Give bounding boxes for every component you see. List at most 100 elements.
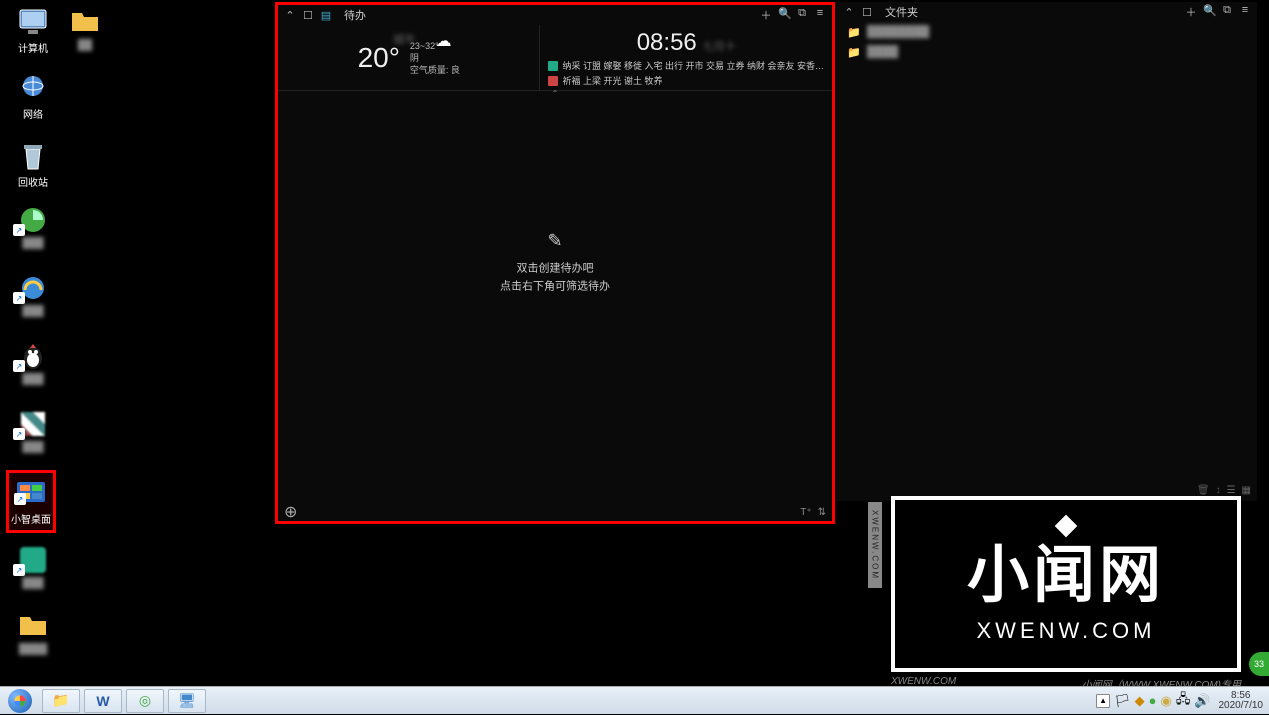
pin-icon[interactable]: ☐ [861,6,873,19]
desktop-icon-folder2[interactable]: ████ [8,610,58,655]
taskbar: 📁 W ◎ 🖥 ▲ 🏳 ◆ ● ◉ 🖧 🔊 8:56 2020/7/10 [0,686,1269,714]
icon-label: ███ [8,442,58,453]
tray-icon-network[interactable]: 🖧 [1176,690,1191,712]
filter-icon[interactable]: ⇅ [818,507,826,518]
empty-line2: 点击右下角可筛选待办 [500,278,610,294]
folder-item[interactable]: 📁 ████████ [837,22,1257,42]
folder-widget: ⌃ ☐ 文件夹 ＋ 🔍 ⧉ ≡ 📁 ████████ 📁 ████ 🗑 ↕ ☰ … [837,2,1257,501]
todo-widget-header: ⌃ ☐ ▤ 待办 ＋ 🔍 ⧉ ≡ [278,5,832,25]
almanac-bad-icon [548,76,558,86]
watermark-title: 小闻网 [967,524,1165,614]
weather-city: 城市 [393,31,415,47]
taskbar-item-browser[interactable]: ◎ [126,689,164,713]
icon-label: ███ [8,238,58,249]
desktop-icon-browser1[interactable]: ↗ ███ [8,204,58,249]
shortcut-arrow-icon: ↗ [13,564,25,576]
todo-icon: ▤ [320,9,332,22]
todo-widget-footer: ⊕ T⁺ ⇅ [278,503,832,521]
tray-time: 8:56 [1219,691,1264,701]
news-text: 祈福 上梁 开光 谢土 牧养 [562,74,662,87]
desktop-icon-computer[interactable]: 计算机 [8,6,58,55]
shortcut-arrow-icon: ↗ [13,360,25,372]
menu-icon[interactable]: ≡ [814,7,826,23]
icon-label: 网络 [8,106,58,121]
add-todo-button[interactable]: ⊕ [284,502,297,522]
taskbar-item-word[interactable]: W [84,689,122,713]
search-icon[interactable]: 🔍 [778,7,790,23]
folder-widget-title: 文件夹 [885,4,918,20]
text-tool-icon[interactable]: T⁺ [800,507,811,518]
almanac-good-icon [548,61,558,71]
todo-widget-title: 待办 [344,7,366,23]
desktop-icon-app3[interactable]: ↗ ███ [8,544,58,589]
icon-label: ██ [60,40,110,51]
todo-empty-state[interactable]: ✎ 双击创建待办吧 点击右下角可筛选待办 [500,231,610,296]
desktop-icon-app2[interactable]: ↗ ███ [8,408,58,453]
empty-line1: 双击创建待办吧 [500,260,610,276]
pin-icon[interactable]: ☐ [302,9,314,22]
cloud-icon: ☁ [435,31,451,51]
tray-icon-flag[interactable]: 🏳 [1114,693,1131,709]
icon-label: ████ [8,644,58,655]
windows-orb-icon [8,689,32,713]
desktop-icon-recyclebin[interactable]: 回收站 [8,140,58,189]
shortcut-arrow-icon: ↗ [13,292,25,304]
icon-label: ███ [8,306,58,317]
tray-expand-icon[interactable]: ▲ [1096,694,1110,708]
monitor-icon: 🖥 [178,692,196,709]
clock-news-block: 08:56 七月十 纳采 订盟 嫁娶 移徙 入宅 出行 开市 交易 立券 纳财 … [540,25,832,90]
shortcut-arrow-icon: ↗ [13,428,25,440]
folder-item[interactable]: 📁 ████ [837,42,1257,62]
pencil-icon: ✎ [500,231,610,252]
folder-icon: 📁 [847,25,861,39]
folder-icon [17,610,49,642]
folder-item-name: ████████ [867,26,929,38]
clock-time: 08:56 [637,29,697,57]
layer-icon[interactable]: ⧉ [796,7,808,23]
news-row-1[interactable]: 纳采 订盟 嫁娶 移徙 入宅 出行 开市 交易 立券 纳财 会亲友 安香… [548,59,824,72]
folder-item-name: ████ [867,46,898,58]
icon-label: 小智桌面 [9,511,53,526]
desktop-icon-folder[interactable]: ██ [60,6,110,51]
add-icon[interactable]: ＋ [760,7,772,23]
shortcut-arrow-icon: ↗ [13,224,25,236]
folder-icon [69,6,101,38]
weather-block[interactable]: 城市 ☁ 20° 23~32° 阴 空气质量: 良 [278,25,540,90]
search-icon[interactable]: 🔍 [1203,4,1215,20]
add-icon[interactable]: ＋ [1185,4,1197,20]
browser-icon: ◎ [139,692,151,709]
badge-count: 33 [1254,659,1264,669]
floating-badge[interactable]: 33 [1249,652,1269,676]
info-bar: 城市 ☁ 20° 23~32° 阴 空气质量: 良 08:56 七月十 纳采 订… [278,25,832,91]
computer-icon [17,6,49,38]
weather-cond: 阴 [410,52,460,64]
tray-icon-app2[interactable]: ● [1149,693,1157,708]
icon-label: 回收站 [8,174,58,189]
folder-icon: 📁 [847,45,861,59]
icon-label: 计算机 [8,40,58,55]
start-button[interactable] [0,687,40,715]
menu-icon[interactable]: ≡ [1239,4,1251,20]
trash-icon [17,140,49,172]
news-row-2[interactable]: 祈福 上梁 开光 谢土 牧养 [548,74,824,87]
desktop-icon-network[interactable]: 网络 [8,72,58,121]
collapse-arrow-icon[interactable]: ⌃ [278,89,832,98]
todo-widget: ⌃ ☐ ▤ 待办 ＋ 🔍 ⧉ ≡ 城市 ☁ 20° 23~32° 阴 空气质量:… [275,2,835,524]
weather-aqi: 空气质量: 良 [410,64,460,76]
tray-icon-app1[interactable]: ◆ [1135,693,1145,709]
desktop-icon-xiaozhidesktop[interactable]: ↗ 小智桌面 [6,470,56,533]
grid-view-icon[interactable]: ▦ [1242,485,1251,501]
tray-icon-app3[interactable]: ◉ [1160,693,1171,709]
taskbar-item-xiaozhidesk[interactable]: 🖥 [168,689,206,713]
watermark-side-tab: XWENW.COM [868,502,882,588]
network-icon [17,72,49,104]
tray-icon-volume[interactable]: 🔊 [1194,693,1210,709]
taskbar-item-explorer[interactable]: 📁 [42,689,80,713]
desktop-icon-ie[interactable]: ↗ ███ [8,272,58,317]
collapse-icon[interactable]: ⌃ [843,6,855,19]
collapse-icon[interactable]: ⌃ [284,9,296,22]
tray-clock[interactable]: 8:56 2020/7/10 [1219,691,1264,711]
desktop-icon-app1[interactable]: ↗ ███ [8,340,58,385]
tray-date: 2020/7/10 [1219,701,1264,711]
layer-icon[interactable]: ⧉ [1221,4,1233,20]
